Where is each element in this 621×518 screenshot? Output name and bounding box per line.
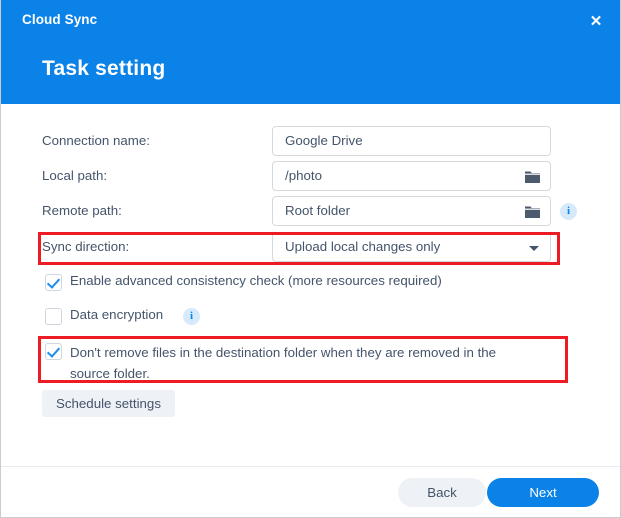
dialog-body: Connection name: Google Drive Local path… [1, 104, 620, 467]
cloud-sync-dialog: Cloud Sync ✕ Task setting Connection nam… [0, 0, 621, 518]
dialog-header: Cloud Sync ✕ Task setting [1, 0, 620, 104]
checkbox-data-encryption[interactable] [45, 308, 62, 325]
form-row-local-path: Local path: /photo [1, 161, 620, 193]
label-sync-direction: Sync direction: [42, 239, 129, 254]
remote-path-input[interactable]: Root folder [272, 196, 551, 226]
local-path-value: /photo [285, 168, 322, 183]
title-bar: Cloud Sync ✕ [1, 0, 620, 40]
app-title: Cloud Sync [22, 12, 97, 27]
local-path-input[interactable]: /photo [272, 161, 551, 191]
remote-path-value: Root folder [285, 203, 350, 218]
chevron-down-icon[interactable] [529, 246, 539, 251]
sync-direction-value: Upload local changes only [285, 239, 440, 254]
folder-icon[interactable] [525, 170, 540, 183]
dialog-footer: Back Next [1, 466, 620, 517]
label-local-path: Local path: [42, 168, 107, 183]
next-button[interactable]: Next [487, 478, 599, 507]
page-title: Task setting [42, 57, 165, 81]
label-connection-name: Connection name: [42, 133, 150, 148]
form-row-sync-direction: Sync direction: Upload local changes onl… [1, 232, 620, 264]
sync-direction-select[interactable]: Upload local changes only [272, 232, 551, 262]
checkbox-label-data-encryption: Data encryption [70, 307, 163, 322]
form-row-remote-path: Remote path: Root folder i [1, 196, 620, 228]
checkbox-dont-remove-files[interactable] [45, 343, 62, 360]
checkbox-label-line-1: Don't remove files in the destination fo… [70, 342, 556, 363]
connection-name-input[interactable]: Google Drive [272, 126, 551, 156]
folder-icon[interactable] [525, 205, 540, 218]
checkbox-label-consistency-check: Enable advanced consistency check (more … [70, 273, 442, 288]
label-remote-path: Remote path: [42, 203, 122, 218]
checkbox-consistency-check[interactable] [45, 274, 62, 291]
checkbox-label-dont-remove-files: Don't remove files in the destination fo… [70, 342, 556, 384]
back-button[interactable]: Back [398, 478, 486, 507]
info-icon-remote-path[interactable]: i [560, 203, 577, 220]
connection-name-value: Google Drive [285, 133, 363, 148]
schedule-settings-button[interactable]: Schedule settings [42, 390, 175, 417]
info-icon-data-encryption[interactable]: i [183, 308, 200, 325]
form-row-connection-name: Connection name: Google Drive [1, 126, 620, 158]
checkbox-label-line-2: source folder. [70, 363, 556, 384]
close-icon[interactable]: ✕ [586, 12, 606, 32]
